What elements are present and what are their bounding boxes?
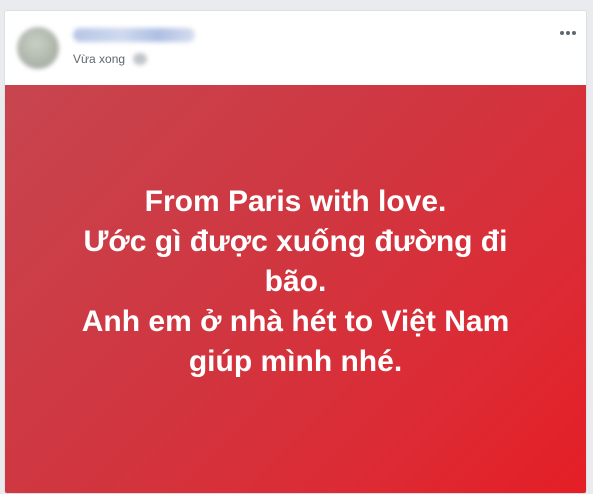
author-name-blurred[interactable] <box>73 28 195 42</box>
post-card: Vừa xong From Paris with love. Ước gì đư… <box>4 10 587 494</box>
post-header: Vừa xong <box>5 11 586 83</box>
avatar[interactable] <box>17 27 59 69</box>
post-message: From Paris with love. Ước gì được xuống … <box>56 182 536 382</box>
more-options-button[interactable] <box>556 25 580 41</box>
ellipsis-icon <box>560 31 576 35</box>
message-line: From Paris with love. <box>144 185 447 218</box>
timestamp-row: Vừa xong <box>73 51 148 67</box>
message-line: Ước gì được xuống đường đi <box>83 225 508 258</box>
post-background: From Paris with love. Ước gì được xuống … <box>5 85 586 493</box>
privacy-icon <box>133 53 148 65</box>
message-line: giúp mình nhé. <box>188 345 403 378</box>
message-line: Anh em ở nhà hét to Việt Nam <box>81 305 510 338</box>
post-timestamp[interactable]: Vừa xong <box>73 52 125 66</box>
message-line: bão. <box>264 265 327 298</box>
